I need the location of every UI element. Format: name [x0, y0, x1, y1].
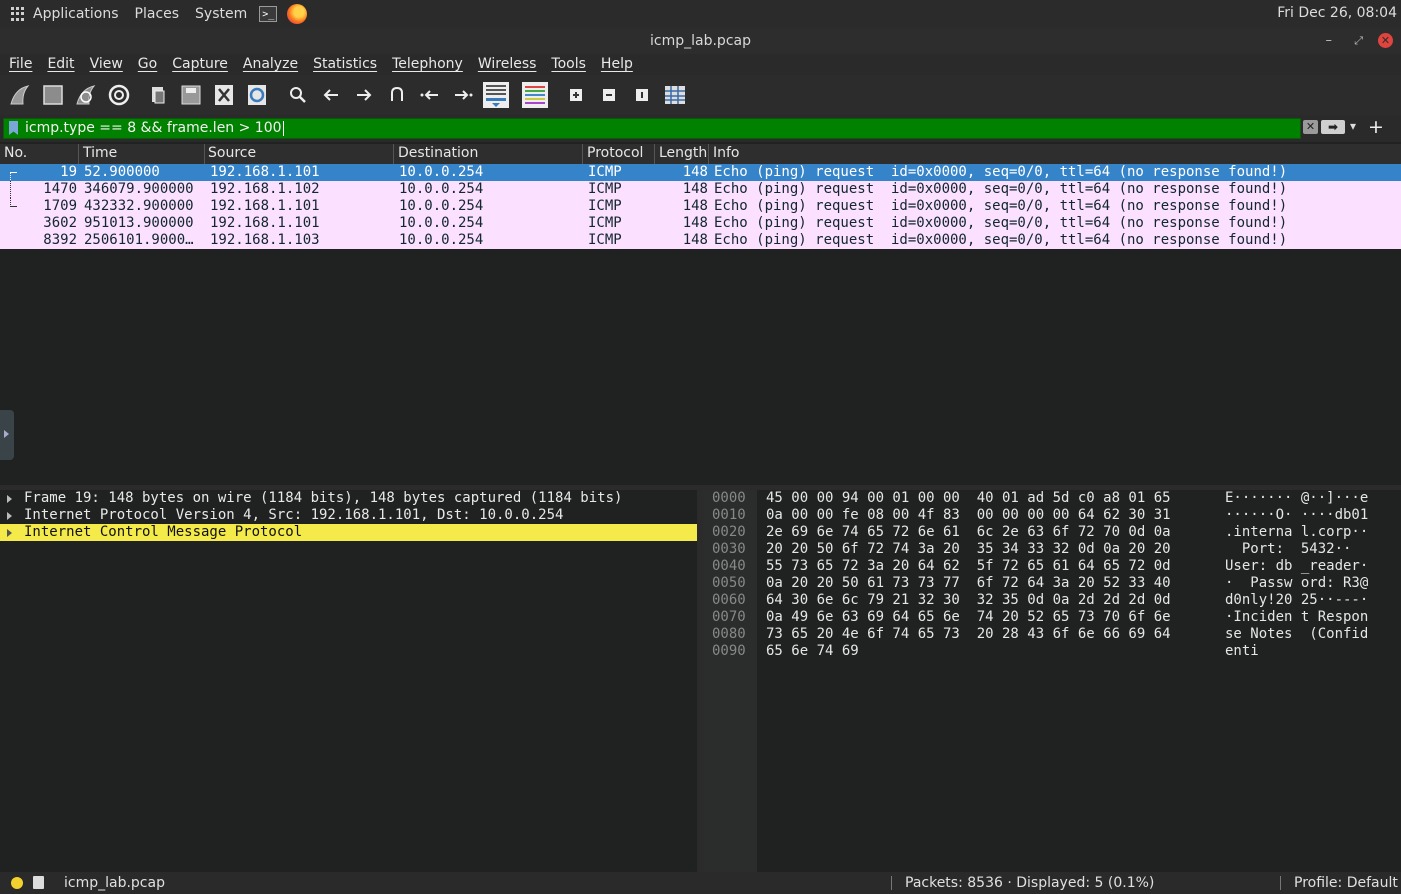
menu-telephony[interactable]: Telephony — [392, 54, 463, 75]
tree-item-frame[interactable]: Frame 19: 148 bytes on wire (1184 bits),… — [0, 490, 697, 507]
clock[interactable]: Fri Dec 26, 08:04 — [1277, 5, 1397, 21]
status-file-name: icmp_lab.pcap — [64, 875, 165, 891]
menu-edit[interactable]: Edit — [47, 54, 74, 75]
expand-arrow-icon[interactable] — [7, 529, 12, 537]
filter-history-dropdown-icon[interactable]: ▾ — [1350, 119, 1356, 133]
status-bar: icmp_lab.pcap Packets: 8536 · Displayed:… — [0, 872, 1401, 894]
menu-analyze[interactable]: Analyze — [243, 54, 298, 75]
bookmark-icon[interactable] — [9, 121, 18, 135]
status-packet-count: Packets: 8536 · Displayed: 5 (0.1%) — [905, 875, 1155, 891]
packet-details-pane: Frame 19: 148 bytes on wire (1184 bits),… — [0, 490, 697, 872]
table-row[interactable]: 8392 2506101.9000… 192.168.1.103 10.0.0.… — [0, 232, 1401, 249]
status-profile[interactable]: Profile: Default — [1294, 875, 1398, 891]
col-header-protocol[interactable]: Protocol — [587, 145, 643, 161]
menu-view[interactable]: View — [90, 54, 123, 75]
table-row[interactable]: 19 52.900000 192.168.1.101 10.0.0.254 IC… — [0, 164, 1401, 182]
capture-options-gear-icon[interactable] — [107, 83, 131, 107]
window-title: icmp_lab.pcap — [650, 33, 751, 49]
filter-text: icmp.type == 8 && frame.len > 100 — [25, 120, 282, 136]
bytes-row[interactable]: 0090 65 6e 74 69 enti — [703, 643, 1401, 660]
menu-wireless[interactable]: Wireless — [478, 54, 537, 75]
window-title-bar: icmp_lab.pcap – ⤢ ✕ — [0, 28, 1401, 54]
apply-filter-arrow-icon[interactable]: ➡ — [1321, 120, 1345, 134]
bytes-row[interactable]: 0020 2e 69 6e 74 65 72 6e 61 6c 2e 63 6f … — [703, 524, 1401, 541]
go-forward-icon[interactable] — [352, 83, 376, 107]
terminal-icon[interactable]: >_ — [259, 6, 278, 22]
bytes-row[interactable]: 0030 20 20 50 6f 72 74 3a 20 35 34 33 32 … — [703, 541, 1401, 558]
save-file-icon[interactable] — [179, 83, 203, 107]
last-packet-icon[interactable] — [451, 83, 475, 107]
autoscroll-icon[interactable] — [482, 81, 510, 109]
resize-columns-icon[interactable] — [663, 83, 687, 107]
bytes-row[interactable]: 0080 73 65 20 4e 6f 74 65 73 20 28 43 6f … — [703, 626, 1401, 643]
bytes-row[interactable]: 0040 55 73 65 72 3a 20 64 62 5f 72 65 61 … — [703, 558, 1401, 575]
close-file-icon[interactable] — [212, 83, 236, 107]
bytes-row[interactable]: 0050 0a 20 20 50 61 73 73 77 6f 72 64 3a … — [703, 575, 1401, 592]
applications-menu[interactable]: Applications — [33, 6, 119, 22]
expand-arrow-icon[interactable] — [7, 495, 12, 503]
close-button[interactable]: ✕ — [1378, 33, 1393, 48]
main-toolbar — [0, 75, 1401, 115]
packet-bytes-pane: 0000 45 00 00 94 00 01 00 00 40 01 ad 5d … — [703, 490, 1401, 872]
tree-item-ipv4[interactable]: Internet Protocol Version 4, Src: 192.16… — [0, 507, 697, 524]
colorize-icon[interactable] — [521, 81, 549, 109]
expand-arrow-icon[interactable] — [7, 512, 12, 520]
search-icon[interactable] — [286, 83, 310, 107]
text-cursor — [282, 120, 284, 136]
open-file-icon[interactable] — [146, 83, 170, 107]
menu-statistics[interactable]: Statistics — [313, 54, 377, 75]
bytes-row[interactable]: 0010 0a 00 00 fe 08 00 4f 83 00 00 00 00 … — [703, 507, 1401, 524]
go-back-icon[interactable] — [319, 83, 343, 107]
col-header-length[interactable]: Length — [659, 145, 707, 161]
menu-bar: File Edit View Go Capture Analyze Statis… — [0, 54, 1401, 75]
table-row[interactable]: 1709 432332.900000 192.168.1.101 10.0.0.… — [0, 198, 1401, 215]
bytes-row[interactable]: 0070 0a 49 6e 63 69 64 65 6e 74 20 52 65 … — [703, 609, 1401, 626]
go-to-packet-icon[interactable] — [385, 83, 409, 107]
reload-file-icon[interactable] — [245, 83, 269, 107]
stop-capture-icon[interactable] — [41, 83, 65, 107]
shark-fin-start-icon[interactable] — [8, 83, 32, 107]
menu-go[interactable]: Go — [138, 54, 157, 75]
expert-info-indicator-icon[interactable] — [11, 877, 23, 889]
col-header-info[interactable]: Info — [713, 145, 740, 161]
maximize-button[interactable]: ⤢ — [1354, 28, 1363, 54]
system-top-bar: Applications Places System >_ Fri Dec 26… — [0, 0, 1401, 28]
add-filter-button[interactable]: + — [1368, 116, 1384, 138]
menu-tools[interactable]: Tools — [551, 54, 586, 75]
first-packet-icon[interactable] — [418, 83, 442, 107]
apps-grid-icon[interactable] — [11, 7, 25, 21]
bytes-row[interactable]: 0000 45 00 00 94 00 01 00 00 40 01 ad 5d … — [703, 490, 1401, 507]
firefox-icon[interactable] — [287, 4, 308, 24]
side-panel-handle[interactable] — [0, 410, 14, 460]
col-header-destination[interactable]: Destination — [398, 145, 478, 161]
table-row[interactable]: 3602 951013.900000 192.168.1.101 10.0.0.… — [0, 215, 1401, 232]
packet-list-header: No. Time Source Destination Protocol Len… — [0, 144, 1401, 164]
minimize-button[interactable]: – — [1326, 28, 1333, 54]
normal-size-icon[interactable] — [630, 83, 654, 107]
zoom-out-icon[interactable] — [597, 83, 621, 107]
col-header-no[interactable]: No. — [4, 145, 27, 161]
capture-comment-icon[interactable] — [33, 876, 44, 889]
restart-capture-icon[interactable] — [74, 83, 98, 107]
packet-list-pane: No. Time Source Destination Protocol Len… — [0, 142, 1401, 485]
menu-capture[interactable]: Capture — [172, 54, 228, 75]
system-menu[interactable]: System — [195, 6, 247, 22]
menu-help[interactable]: Help — [601, 54, 633, 75]
places-menu[interactable]: Places — [135, 6, 180, 22]
menu-file[interactable]: File — [9, 54, 32, 75]
packet-rows: 19 52.900000 192.168.1.101 10.0.0.254 IC… — [0, 164, 1401, 249]
bytes-row[interactable]: 0060 64 30 6e 6c 79 21 32 30 32 35 0d 0a … — [703, 592, 1401, 609]
clear-filter-icon[interactable]: ✕ — [1303, 120, 1318, 134]
col-header-time[interactable]: Time — [83, 145, 117, 161]
table-row[interactable]: 1470 346079.900000 192.168.1.102 10.0.0.… — [0, 181, 1401, 198]
display-filter-bar: icmp.type == 8 && frame.len > 100 ✕ ➡ ▾ … — [0, 115, 1401, 142]
tree-item-icmp[interactable]: Internet Control Message Protocol — [0, 524, 697, 541]
display-filter-input[interactable]: icmp.type == 8 && frame.len > 100 — [3, 118, 1301, 139]
col-header-source[interactable]: Source — [208, 145, 256, 161]
zoom-in-icon[interactable] — [564, 83, 588, 107]
